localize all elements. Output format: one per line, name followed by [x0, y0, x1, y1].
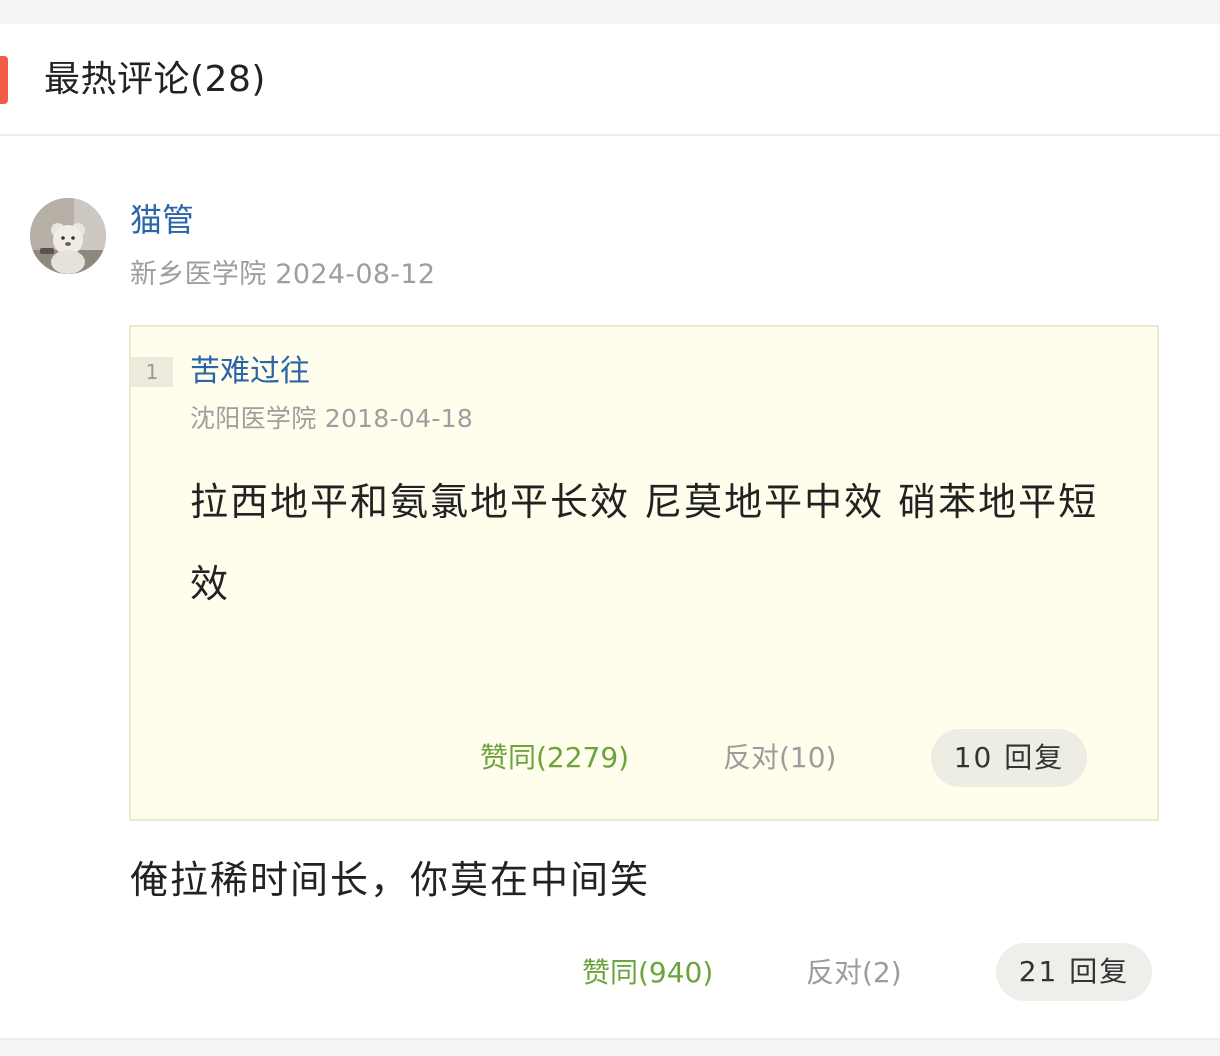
section-title: 最热评论(28): [44, 59, 266, 100]
quote-reply-button[interactable]: 10 回复: [931, 729, 1087, 787]
comment-agree-button[interactable]: 赞同(940): [582, 955, 713, 991]
section-accent-bar: [0, 56, 8, 104]
comment-content: 俺拉稀时间长，你莫在中间笑: [130, 858, 651, 902]
comment-school: 新乡医学院: [130, 259, 267, 290]
teddy-bear-avatar-icon: [30, 198, 106, 274]
section-header: 最热评论(28): [0, 24, 1220, 136]
quote-school: 沈阳医学院: [190, 404, 317, 433]
comment-reply-button[interactable]: 21 回复: [996, 943, 1152, 1001]
comment-meta: 新乡医学院 2024-08-12: [130, 258, 435, 292]
floor-badge: 1: [131, 357, 173, 387]
quote-date: 2018-04-18: [324, 404, 474, 433]
quote-meta: 沈阳医学院 2018-04-18: [190, 403, 473, 435]
quote-disagree-button[interactable]: 反对(10): [723, 740, 836, 776]
quote-agree-button[interactable]: 赞同(2279): [480, 740, 629, 776]
quote-content: 拉西地平和氨氯地平长效 尼莫地平中效 硝苯地平短效: [190, 480, 1099, 606]
comment-disagree-button[interactable]: 反对(2): [806, 955, 902, 991]
avatar[interactable]: [30, 198, 106, 274]
comment-username-text[interactable]: 猫管: [130, 201, 194, 239]
comment-card: 最热评论(28) 猫管 新乡医学院 2024-08-12 1 苦难过往 沈阳医学…: [0, 24, 1220, 1040]
comment-date: 2024-08-12: [275, 259, 436, 290]
comment-username[interactable]: 猫管: [130, 200, 194, 240]
page: 最热评论(28) 猫管 新乡医学院 2024-08-12 1 苦难过往 沈阳医学…: [0, 0, 1220, 1056]
quote-username[interactable]: 苦难过往: [190, 353, 310, 391]
quoted-comment: 1 苦难过往 沈阳医学院 2018-04-18 拉西地平和氨氯地平长效 尼莫地平…: [129, 325, 1159, 821]
